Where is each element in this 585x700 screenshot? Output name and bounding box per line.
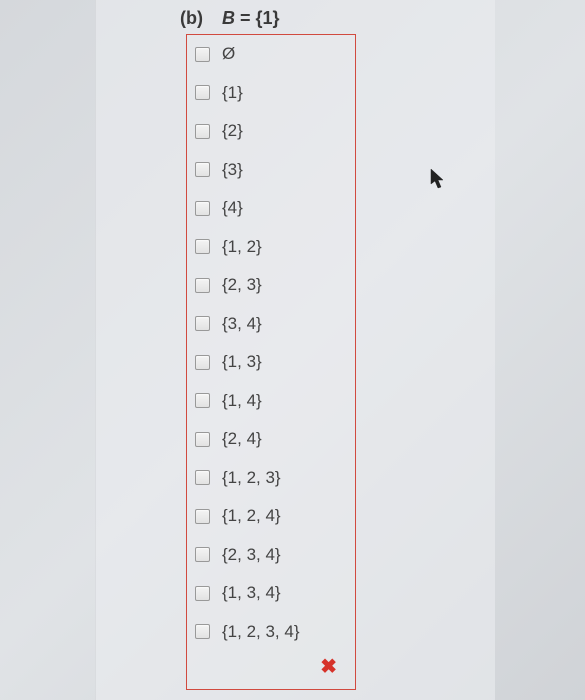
set-variable: B [222, 8, 235, 28]
option-label: {1, 2, 3, 4} [222, 622, 300, 642]
option-row[interactable]: {2, 3, 4} [187, 536, 355, 575]
incorrect-icon: ✖ [320, 654, 337, 679]
checkbox[interactable] [195, 470, 210, 485]
checkbox[interactable] [195, 201, 210, 216]
set-definition: {1} [256, 8, 280, 28]
option-label: {1, 3, 4} [222, 583, 281, 603]
option-row[interactable]: {3} [187, 151, 355, 190]
option-row[interactable]: Ø [187, 35, 355, 74]
question-header: (b) B = {1} [180, 8, 280, 29]
checkbox[interactable] [195, 124, 210, 139]
option-label: Ø [222, 44, 235, 64]
checkbox[interactable] [195, 355, 210, 370]
checkbox[interactable] [195, 316, 210, 331]
option-row[interactable]: {2, 4} [187, 420, 355, 459]
option-label: {2, 4} [222, 429, 262, 449]
option-row[interactable]: {4} [187, 189, 355, 228]
option-row[interactable]: {2} [187, 112, 355, 151]
option-label: {1, 2, 3} [222, 468, 281, 488]
checkbox[interactable] [195, 586, 210, 601]
option-row[interactable]: {1, 2, 3} [187, 459, 355, 498]
option-label: {3} [222, 160, 243, 180]
feedback-row: ✖ [187, 651, 355, 681]
option-label: {1, 2, 4} [222, 506, 281, 526]
option-row[interactable]: {1, 4} [187, 382, 355, 421]
option-label: {1, 2} [222, 237, 262, 257]
option-row[interactable]: {1, 2, 3, 4} [187, 613, 355, 652]
option-row[interactable]: {1} [187, 74, 355, 113]
option-label: {1, 3} [222, 352, 262, 372]
option-label: {1} [222, 83, 243, 103]
option-label: {4} [222, 198, 243, 218]
checkbox[interactable] [195, 162, 210, 177]
checkbox[interactable] [195, 85, 210, 100]
option-row[interactable]: {1, 3, 4} [187, 574, 355, 613]
answer-box: Ø {1} {2} {3} {4} {1, 2} {2, 3} {3, 4} {… [186, 34, 356, 690]
checkbox[interactable] [195, 509, 210, 524]
part-label: (b) [180, 8, 203, 28]
equals: = [235, 8, 256, 28]
option-row[interactable]: {2, 3} [187, 266, 355, 305]
option-row[interactable]: {1, 3} [187, 343, 355, 382]
checkbox[interactable] [195, 547, 210, 562]
option-row[interactable]: {1, 2} [187, 228, 355, 267]
option-label: {3, 4} [222, 314, 262, 334]
option-label: {2, 3} [222, 275, 262, 295]
checkbox[interactable] [195, 47, 210, 62]
checkbox[interactable] [195, 239, 210, 254]
option-label: {2, 3, 4} [222, 545, 281, 565]
checkbox[interactable] [195, 278, 210, 293]
checkbox[interactable] [195, 393, 210, 408]
option-label: {1, 4} [222, 391, 262, 411]
option-label: {2} [222, 121, 243, 141]
checkbox[interactable] [195, 624, 210, 639]
option-row[interactable]: {1, 2, 4} [187, 497, 355, 536]
checkbox[interactable] [195, 432, 210, 447]
option-row[interactable]: {3, 4} [187, 305, 355, 344]
